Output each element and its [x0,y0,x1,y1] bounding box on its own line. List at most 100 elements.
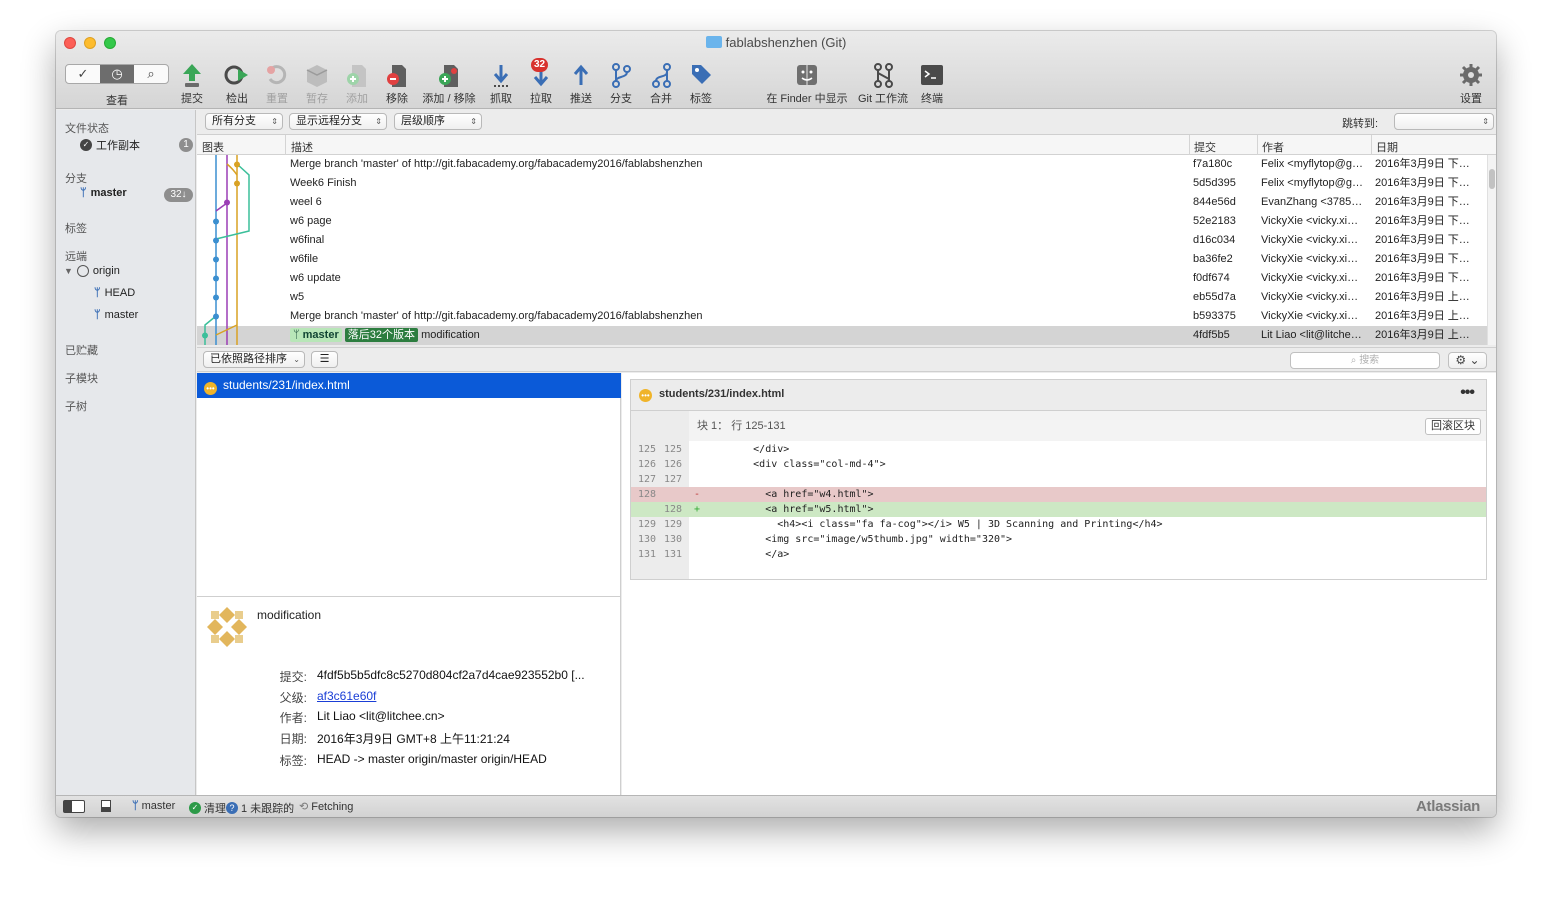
sync-icon: ⟲ [299,801,309,813]
diff-code: <a href="w4.html"> [705,489,874,500]
description-column-header[interactable]: 描述 [291,139,313,155]
diff-code: </a> [705,549,790,560]
diff-line[interactable]: 128 + <a href="w5.html"> [631,502,1486,517]
updown-arrow-icon: ⇕ [470,117,477,126]
stash-icon [306,65,328,87]
settings-button[interactable]: 设置 [1456,59,1486,106]
file-row-selected[interactable]: ••• students/231/index.html [197,373,621,398]
search-view-icon[interactable]: ⌕ [134,65,168,83]
commit-hash: f7a180c [1193,158,1233,170]
branch-icon: ᛘ [80,187,87,199]
graph-node [213,218,219,225]
filter-bar: 所有分支 ⇕ 显示远程分支 ⇕ 层级顺序 ⇕ 跳转到: ⇕ [197,110,1496,135]
commit-date: 2016年3月9日 下… [1375,215,1470,227]
commit-row[interactable]: ᛘ master 落后32个版本 modification 4fdf5b5 Lit … [197,326,1487,345]
commit-row[interactable]: w6 update f0df674 VickyXie <vicky.xi… 2016年… [197,269,1487,288]
sidebar-item-working-copy[interactable]: ✓ 工作副本 [80,137,140,153]
status-clean: ✓ 清理 [189,800,226,816]
jump-to-select[interactable]: ⇕ [1394,113,1494,130]
show-in-finder-button[interactable]: 在 Finder 中显示 [762,59,852,106]
diff-line[interactable]: 126 126 <div class="col-md-4"> [631,457,1486,472]
view-segmented-control[interactable]: ✓ ◷ ⌕ [65,64,169,84]
remote-filter-select[interactable]: 显示远程分支 ⇕ [289,113,387,130]
file-status-view-icon[interactable]: ✓ [66,65,100,83]
revert-hunk-button[interactable]: 回滚区块 [1425,418,1481,435]
diff-line[interactable]: 129 129 <h4><i class="fa fa-cog"></i> W5 … [631,517,1486,532]
terminal-icon [921,65,943,85]
commit-row[interactable]: w6final d16c034 VickyXie <vicky.xi… 2016年3月… [197,231,1487,250]
reset-label: 重置 [266,93,288,105]
git-flow-button[interactable]: Git 工作流 [855,59,911,106]
commit-row[interactable]: Week6 Finish 5d5d395 Felix <myflytop@g… 201… [197,174,1487,193]
add-remove-button[interactable]: 添加 / 移除 [420,59,478,106]
commit-row[interactable]: Merge branch 'master' of http://git.faba… [197,307,1487,326]
commit-row[interactable]: w5 eb55d7a VickyXie <vicky.xi… 2016年3月9日 上… [197,288,1487,307]
commit-hash: 5d5d395 [1193,177,1236,189]
diff-line[interactable]: 125 125 </div> [631,442,1486,457]
sidebar-item-origin-head[interactable]: ᛘ HEAD [94,287,135,299]
checkout-button[interactable]: 检出 [222,59,252,106]
merge-button[interactable]: 合并 [646,59,676,106]
scrollbar-thumb[interactable] [1489,169,1495,189]
terminal-button[interactable]: 终端 [917,59,947,106]
history-view-icon[interactable]: ◷ [100,65,134,83]
commit-description: ᛘ master 落后32个版本 modification [290,326,1180,345]
remove-button[interactable]: 移除 [382,59,412,106]
add-button[interactable]: 添加 [342,59,372,106]
pull-button[interactable]: 32 拉取 [526,58,556,106]
commit-row[interactable]: Merge branch 'master' of http://git.faba… [197,155,1487,174]
date-value: 2016年3月9日 GMT+8 上午11:21:24 [317,732,510,746]
diff-line[interactable]: 127 127 [631,472,1486,487]
push-button[interactable]: 推送 [566,59,596,106]
sidebar-item-master[interactable]: ᛘ master [80,187,127,199]
diff-line[interactable]: 131 131 </a> [631,547,1486,562]
diff-line[interactable]: 128 - <a href="w4.html"> [631,487,1486,502]
commit-column-header[interactable]: 提交 [1194,139,1216,155]
order-select[interactable]: 层级顺序 ⇕ [394,113,482,130]
commit-description: weel 6 [290,196,322,208]
date-column-header[interactable]: 日期 [1376,139,1398,155]
view-label: 查看 [106,95,128,107]
commit-author: VickyXie <vicky.xi… [1261,272,1359,284]
modified-file-icon: ••• [204,382,217,395]
parent-hash-link[interactable]: af3c61e60f [317,689,376,703]
new-line-number: 131 [663,549,682,560]
date-label: 日期: [279,732,307,746]
status-bar: ᛘ master ✓ 清理 ? 1 未跟踪的 ⟲ Fetching Atlassian [56,795,1496,817]
reset-button[interactable]: 重置 [262,59,292,106]
sidebar-item-origin[interactable]: ▼ origin [64,265,120,277]
sidebar-item-origin-master[interactable]: ᛘ master [94,309,138,321]
branch-filter-select[interactable]: 所有分支 ⇕ [205,113,283,130]
commit-row[interactable]: w6file ba36fe2 VickyXie <vicky.xi… 2016年3月9… [197,250,1487,269]
commit-button[interactable]: 提交 [179,59,205,106]
commit-date: 2016年3月9日 上… [1375,329,1470,341]
graph-node [213,237,219,244]
toggle-sidebar-icon[interactable] [63,800,85,813]
commit-hash: 4fdf5b5 [1193,329,1230,341]
master-behind-badge: 32↓ [164,188,193,202]
fetch-button[interactable]: 抓取 [486,59,516,106]
author-column-header[interactable]: 作者 [1262,139,1284,155]
diff-line[interactable]: 130 130 <img src="image/w5thumb.jpg" widt… [631,532,1486,547]
file-options-button[interactable]: ⚙ ⌄ [1448,352,1487,369]
hunk-header: 块 1： 行 125-131 回滚区块 [689,411,1486,441]
more-options-icon[interactable]: ••• [1460,384,1475,402]
commit-row[interactable]: weel 6 844e56d EvanZhang <3785… 2016年3月9日 下… [197,193,1487,212]
list-view-button[interactable]: ☰ [311,351,338,368]
tag-button[interactable]: 标签 [686,59,716,106]
commit-list-scrollbar[interactable] [1487,155,1496,345]
commit-message: modification [257,608,322,622]
sourcetree-window: fablabshenzhen (Git) ✓ ◷ ⌕ 查看 提交 检出 重置 暂… [56,31,1496,817]
disclosure-triangle-icon[interactable]: ▼ [64,266,73,276]
commit-row[interactable]: w6 page 52e2183 VickyXie <vicky.xi… 2016年3月… [197,212,1487,231]
search-input[interactable]: ⌕ 搜索 [1290,352,1440,369]
toggle-detail-icon[interactable] [101,800,111,812]
add-remove-label: 添加 / 移除 [422,93,476,105]
graph-node [213,256,219,263]
stash-button[interactable]: 暂存 [302,59,332,106]
graph-column-header[interactable]: 图表 [202,139,224,155]
sort-by-path-select[interactable]: 已依照路径排序 ⌄ [203,351,305,368]
branch-button[interactable]: 分支 [606,59,636,106]
diff-file-header: ••• students/231/index.html ••• [630,379,1487,410]
diff-code: <img src="image/w5thumb.jpg" width="320"… [705,534,1013,545]
